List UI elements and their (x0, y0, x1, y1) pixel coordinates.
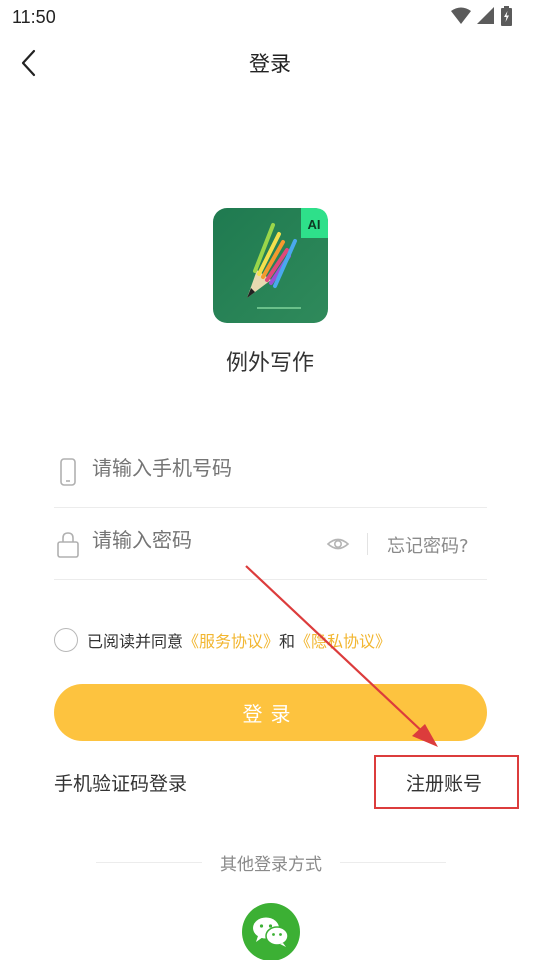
status-bar: 11:50 (0, 0, 540, 34)
other-login-label: 其他登录方式 (220, 855, 322, 875)
forgot-password-link[interactable]: 忘记密码? (387, 532, 469, 558)
other-login-divider: 其他登录方式 (96, 850, 446, 875)
agreement-prefix: 已阅读并同意 (87, 632, 184, 651)
status-time: 11:50 (12, 7, 56, 27)
register-link[interactable]: 注册账号 (406, 769, 482, 796)
page-title: 登录 (249, 52, 291, 76)
lock-icon (57, 532, 79, 558)
phone-icon (60, 458, 76, 486)
phone-input[interactable] (92, 456, 322, 480)
signal-icon (477, 7, 494, 24)
battery-icon (501, 6, 512, 26)
wifi-icon (451, 7, 471, 24)
app-logo: AI (213, 208, 328, 323)
logo-badge: AI (308, 217, 321, 232)
password-input[interactable] (92, 528, 322, 552)
agreement-and: 和 (279, 632, 296, 651)
wechat-icon (253, 917, 289, 947)
wechat-login-button[interactable] (242, 903, 300, 960)
eye-icon[interactable] (326, 532, 350, 556)
agreement-row: 已阅读并同意《服务协议》和《隐私协议》 (54, 626, 494, 654)
agreement-text: 已阅读并同意《服务协议》和《隐私协议》 (87, 628, 391, 652)
service-agreement-link[interactable]: 《服务协议》 (183, 632, 279, 651)
privacy-agreement-link[interactable]: 《隐私协议》 (295, 632, 391, 651)
header: 登录 (0, 34, 540, 92)
app-name: 例外写作 (225, 351, 314, 376)
login-button[interactable]: 登录 (54, 684, 487, 741)
password-field: 忘记密码? (54, 508, 487, 580)
phone-field (54, 436, 487, 508)
agreement-checkbox[interactable] (54, 628, 78, 652)
status-icons (451, 6, 512, 26)
field-divider (367, 533, 368, 555)
sms-login-link[interactable]: 手机验证码登录 (54, 769, 187, 796)
